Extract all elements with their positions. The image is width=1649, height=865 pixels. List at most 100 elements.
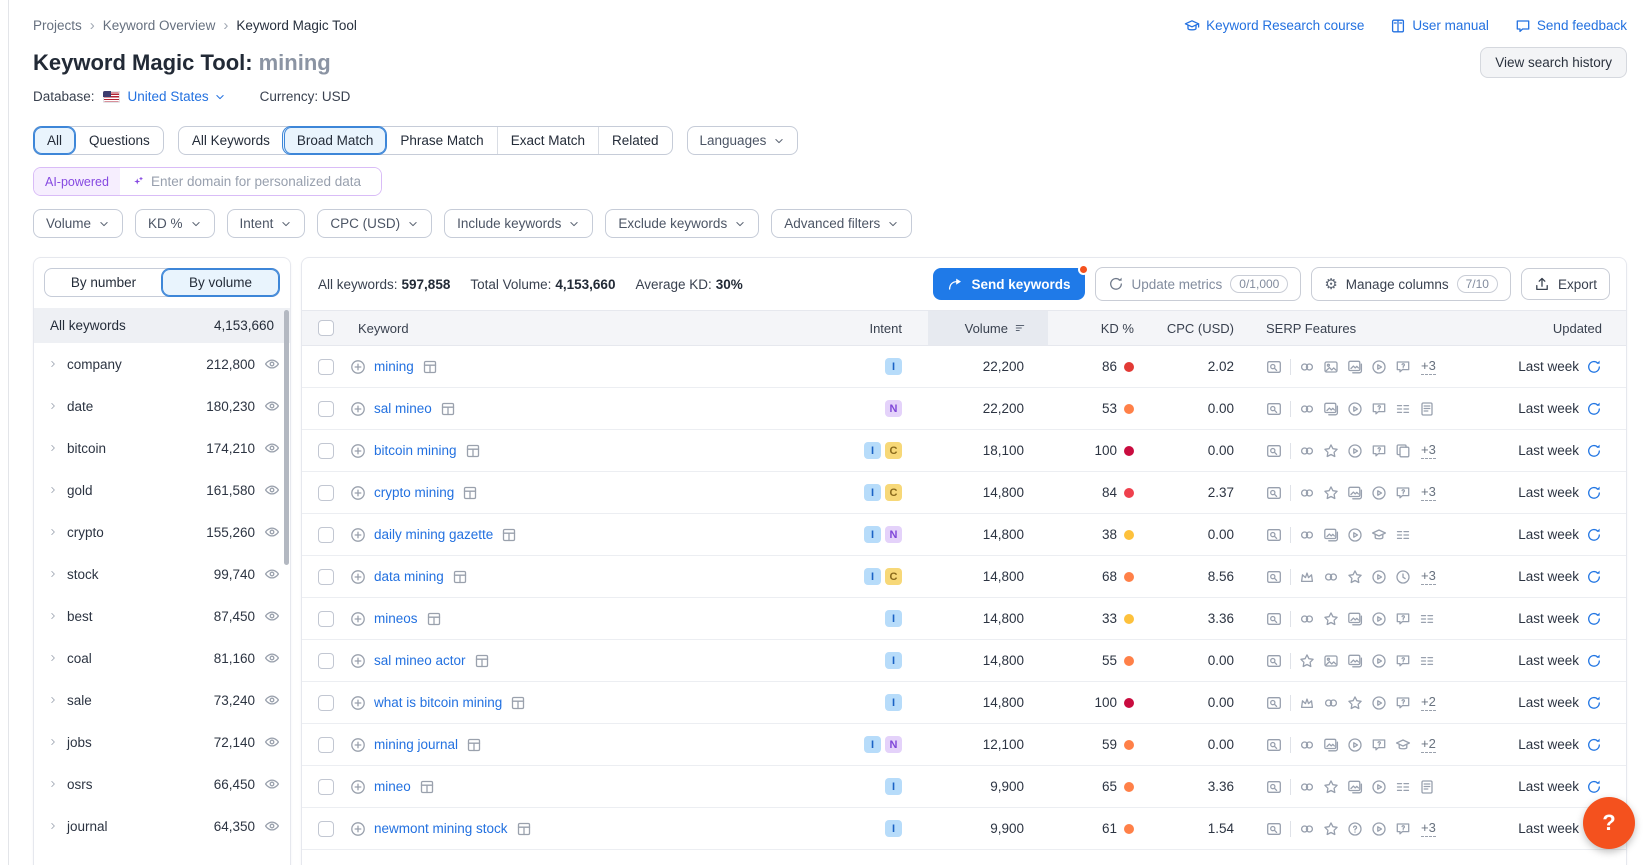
send-keywords-button[interactable]: Send keywords: [933, 264, 1089, 300]
refresh-icon[interactable]: [1586, 359, 1602, 375]
row-checkbox[interactable]: [318, 568, 334, 585]
serp-snapshot-icon[interactable]: [465, 443, 481, 459]
eye-icon[interactable]: [264, 398, 280, 414]
row-checkbox[interactable]: [318, 652, 334, 669]
breadcrumb-keyword-overview[interactable]: Keyword Overview: [103, 18, 216, 33]
keyword-group-row[interactable]: best 87,450: [34, 595, 290, 637]
keyword-link[interactable]: bitcoin mining: [374, 443, 457, 458]
serp-snapshot-icon[interactable]: [462, 485, 478, 501]
serp-more-link[interactable]: +2: [1421, 736, 1436, 753]
by-volume-button[interactable]: By volume: [162, 269, 279, 296]
eye-icon[interactable]: [264, 440, 280, 456]
filter-volume[interactable]: Volume: [33, 209, 124, 238]
eye-icon[interactable]: [264, 566, 280, 582]
row-checkbox[interactable]: [318, 820, 334, 837]
chevron-right-icon[interactable]: [48, 401, 58, 411]
chevron-right-icon[interactable]: [48, 485, 58, 495]
serp-snapshot-icon[interactable]: [466, 737, 482, 753]
serp-snapshot-icon[interactable]: [501, 527, 517, 543]
serp-more-link[interactable]: +3: [1421, 820, 1436, 837]
keyword-link[interactable]: mineo: [374, 779, 411, 794]
tab-related[interactable]: Related: [597, 127, 672, 154]
eye-icon[interactable]: [264, 524, 280, 540]
keyword-link[interactable]: sal mineo: [374, 401, 432, 416]
tab-all-keywords[interactable]: All Keywords: [179, 127, 283, 154]
eye-icon[interactable]: [264, 776, 280, 792]
keyword-group-row[interactable]: bitcoin 174,210: [34, 427, 290, 469]
eye-icon[interactable]: [264, 650, 280, 666]
serp-snapshot-icon[interactable]: [474, 653, 490, 669]
database-select[interactable]: United States: [128, 89, 226, 104]
add-keyword-icon[interactable]: [350, 569, 366, 585]
languages-dropdown[interactable]: Languages: [686, 126, 799, 155]
keyword-link[interactable]: mining: [374, 359, 414, 374]
serp-snapshot-icon[interactable]: [516, 821, 532, 837]
tab-phrase-match[interactable]: Phrase Match: [386, 127, 496, 154]
refresh-icon[interactable]: [1586, 569, 1602, 585]
add-keyword-icon[interactable]: [350, 359, 366, 375]
by-number-button[interactable]: By number: [45, 269, 162, 296]
eye-icon[interactable]: [264, 356, 280, 372]
export-button[interactable]: Export: [1520, 268, 1610, 300]
keyword-link[interactable]: daily mining gazette: [374, 527, 493, 542]
serp-snapshot-icon[interactable]: [422, 359, 438, 375]
eye-icon[interactable]: [264, 818, 280, 834]
row-checkbox[interactable]: [318, 526, 334, 543]
filter-kd[interactable]: KD %: [135, 209, 215, 238]
update-metrics-button[interactable]: Update metrics 0/1,000: [1094, 267, 1302, 301]
keyword-group-row[interactable]: company 212,800: [34, 343, 290, 385]
keyword-link[interactable]: data mining: [374, 569, 444, 584]
refresh-icon[interactable]: [1586, 653, 1602, 669]
keyword-group-row[interactable]: crypto 155,260: [34, 511, 290, 553]
serp-snapshot-icon[interactable]: [419, 779, 435, 795]
serp-snapshot-icon[interactable]: [440, 401, 456, 417]
keyword-link[interactable]: mineos: [374, 611, 418, 626]
serp-more-link[interactable]: +3: [1421, 442, 1436, 459]
keyword-link[interactable]: newmont mining stock: [374, 821, 508, 836]
add-keyword-icon[interactable]: [350, 821, 366, 837]
serp-more-link[interactable]: +3: [1421, 358, 1436, 375]
tab-all[interactable]: All: [34, 127, 76, 154]
refresh-icon[interactable]: [1586, 485, 1602, 501]
keyword-link[interactable]: crypto mining: [374, 485, 454, 500]
add-keyword-icon[interactable]: [350, 653, 366, 669]
view-search-history-button[interactable]: View search history: [1480, 47, 1627, 78]
keyword-group-row[interactable]: coal 81,160: [34, 637, 290, 679]
add-keyword-icon[interactable]: [350, 485, 366, 501]
chevron-right-icon[interactable]: [48, 443, 58, 453]
keyword-link[interactable]: mining journal: [374, 737, 458, 752]
refresh-icon[interactable]: [1586, 737, 1602, 753]
eye-icon[interactable]: [264, 608, 280, 624]
help-button[interactable]: ?: [1583, 797, 1635, 849]
filter-intent[interactable]: Intent: [226, 209, 306, 238]
eye-icon[interactable]: [264, 482, 280, 498]
serp-snapshot-icon[interactable]: [510, 695, 526, 711]
keyword-research-course-link[interactable]: Keyword Research course: [1184, 18, 1364, 34]
row-checkbox[interactable]: [318, 736, 334, 753]
add-keyword-icon[interactable]: [350, 779, 366, 795]
tab-broad-match[interactable]: Broad Match: [282, 127, 387, 154]
chevron-right-icon[interactable]: [48, 611, 58, 621]
chevron-right-icon[interactable]: [48, 569, 58, 579]
serp-more-link[interactable]: +3: [1421, 568, 1436, 585]
keyword-group-row[interactable]: journal 64,350: [34, 805, 290, 847]
send-feedback-link[interactable]: Send feedback: [1515, 18, 1627, 34]
column-volume[interactable]: Volume: [928, 311, 1048, 345]
add-keyword-icon[interactable]: [350, 737, 366, 753]
row-checkbox[interactable]: [318, 400, 334, 417]
keyword-group-row[interactable]: osrs 66,450: [34, 763, 290, 805]
row-checkbox[interactable]: [318, 358, 334, 375]
add-keyword-icon[interactable]: [350, 443, 366, 459]
add-keyword-icon[interactable]: [350, 695, 366, 711]
keyword-link[interactable]: what is bitcoin mining: [374, 695, 502, 710]
serp-snapshot-icon[interactable]: [452, 569, 468, 585]
breadcrumb-projects[interactable]: Projects: [33, 18, 82, 33]
tab-exact-match[interactable]: Exact Match: [496, 127, 598, 154]
add-keyword-icon[interactable]: [350, 611, 366, 627]
chevron-right-icon[interactable]: [48, 653, 58, 663]
eye-icon[interactable]: [264, 734, 280, 750]
serp-more-link[interactable]: +3: [1421, 484, 1436, 501]
keyword-group-row[interactable]: gold 161,580: [34, 469, 290, 511]
row-checkbox[interactable]: [318, 694, 334, 711]
keyword-group-row[interactable]: date 180,230: [34, 385, 290, 427]
